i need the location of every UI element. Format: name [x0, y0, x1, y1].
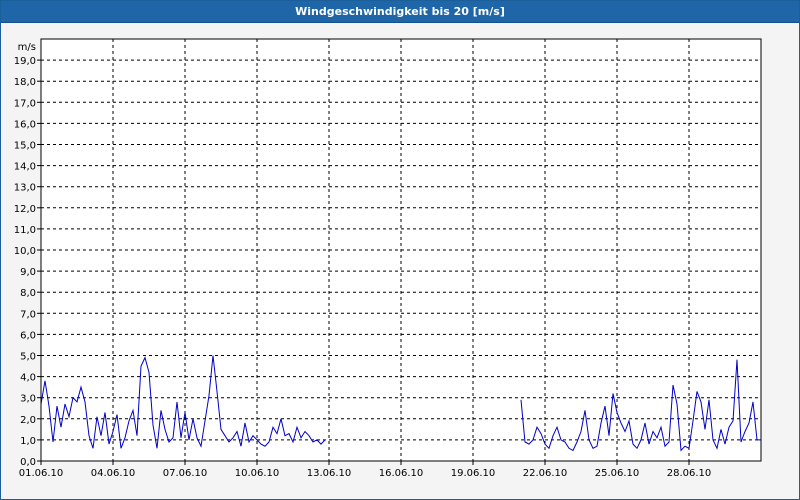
x-tick-label: 01.06.10	[19, 468, 64, 479]
y-tick-label: 15,0	[14, 141, 36, 152]
y-tick-label: 11,0	[14, 225, 36, 236]
y-tick-label: 10,0	[14, 246, 36, 257]
y-axis-unit-label: m/s	[18, 42, 36, 53]
x-tick-label: 10.06.10	[235, 468, 280, 479]
x-tick-label: 13.06.10	[307, 468, 352, 479]
y-tick-label: 1,0	[20, 436, 36, 447]
y-tick-label: 5,0	[20, 352, 36, 363]
y-tick-label: 17,0	[14, 98, 36, 109]
y-tick-label: 6,0	[20, 330, 36, 341]
x-tick-label: 07.06.10	[163, 468, 208, 479]
y-tick-label: 4,0	[20, 373, 36, 384]
x-tick-label: 04.06.10	[91, 468, 136, 479]
x-tick-label: 19.06.10	[451, 468, 496, 479]
y-tick-label: 3,0	[20, 394, 36, 405]
y-tick-label: 2,0	[20, 415, 36, 426]
y-tick-label: 14,0	[14, 162, 36, 173]
x-tick-label: 25.06.10	[595, 468, 640, 479]
y-tick-label: 0,0	[20, 457, 36, 468]
wind-speed-chart: 0,0 1,0 2,0 3,0 4,0 5,0 6,0 7,0 8,0 9,0 10,0 11,0 12…	[14, 38, 762, 479]
x-tick-label: 16.06.10	[379, 468, 424, 479]
y-tick-label: 13,0	[14, 183, 36, 194]
y-tick-label: 9,0	[20, 267, 36, 278]
y-tick-label: 7,0	[20, 309, 36, 320]
y-tick-label: 12,0	[14, 204, 36, 215]
x-tick-label: 28.06.10	[667, 468, 712, 479]
y-tick-label: 8,0	[20, 288, 36, 299]
x-tick-label: 22.06.10	[523, 468, 568, 479]
y-tick-label: 18,0	[14, 77, 36, 88]
y-tick-label: 19,0	[14, 56, 36, 67]
y-tick-label: 16,0	[14, 119, 36, 130]
